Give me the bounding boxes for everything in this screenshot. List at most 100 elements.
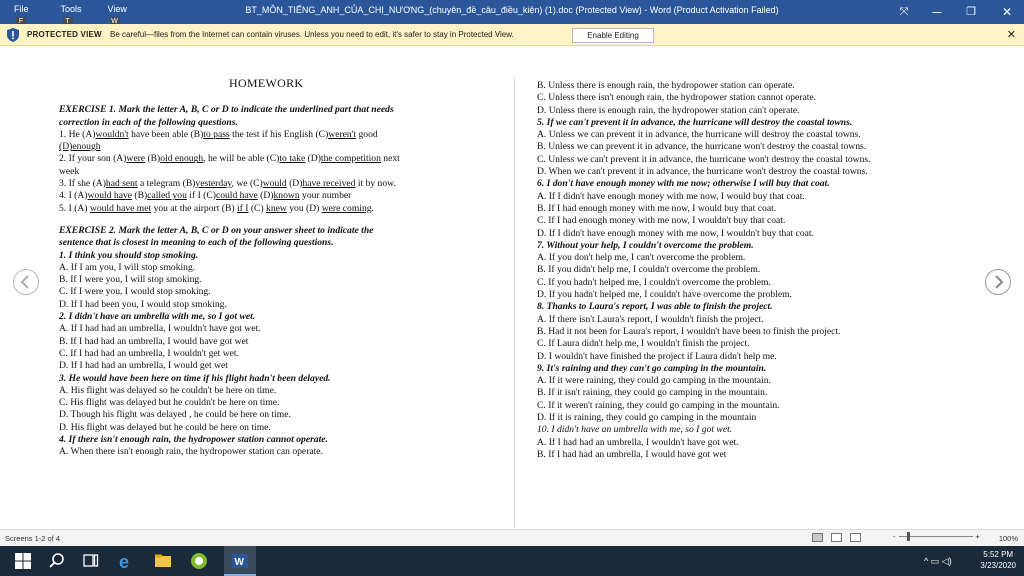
exercise2-title: EXERCISE 2. Mark the letter A, B, C or D… <box>59 224 374 236</box>
menu-tools-label: Tools <box>60 4 82 14</box>
left-page-column: HOMEWORK EXERCISE 1. Mark the letter A, … <box>59 77 497 459</box>
zoom-slider-thumb[interactable] <box>906 532 910 541</box>
green-app-icon[interactable] <box>190 552 208 570</box>
protected-view-bar: PROTECTED VIEW Be careful—files from the… <box>0 24 1024 46</box>
answer-option: A. If there isn't Laura's report, I woul… <box>537 313 764 325</box>
system-tray[interactable]: ^ ▭ ◁) <box>924 556 952 567</box>
task-view-icon[interactable] <box>82 552 100 570</box>
menu-view-label: View <box>107 4 127 14</box>
answer-option: C. His flight was delayed but he couldn'… <box>59 397 280 409</box>
taskbar: e W ^ ▭ ◁) 5:52 PM 3/23/2020 <box>0 546 1024 576</box>
close-message-bar-icon[interactable]: ✕ <box>1007 28 1016 41</box>
answer-option: D. If I had been you, I would stop smoki… <box>59 298 227 310</box>
answer-option: A. If you don't help me, I can't overcom… <box>537 252 746 264</box>
zoom-slider[interactable] <box>898 532 973 541</box>
question-stem: 7. Without your help, I couldn't overcom… <box>537 239 754 251</box>
minimize-button[interactable]: — <box>926 2 948 22</box>
answer-option: A. When there isn't enough rain, the hyd… <box>59 446 323 458</box>
question-stem: 1. I think you should stop smoking. <box>59 249 199 261</box>
word-app-icon[interactable]: W <box>231 552 249 570</box>
answer-option: C. If Laura didn't help me, I wouldn't f… <box>537 338 750 350</box>
volume-icon[interactable]: ◁) <box>942 556 952 566</box>
web-layout-icon[interactable] <box>850 533 861 542</box>
answer-option: D. If I had had an umbrella, I would get… <box>59 360 228 372</box>
answer-option: A. If I didn't have enough money with me… <box>537 190 805 202</box>
answer-option: C. If it weren't raining, they could go … <box>537 399 780 411</box>
close-button[interactable]: ✕ <box>996 2 1018 22</box>
answer-option: A. If I am you, I will stop smoking. <box>59 261 196 273</box>
file-explorer-icon[interactable] <box>154 552 172 570</box>
clock[interactable]: 5:52 PM 3/23/2020 <box>980 549 1016 571</box>
exercise1-title-cont: correction in each of the following ques… <box>59 116 238 128</box>
question-stem: 2. I didn't have an umbrella with me, so… <box>59 311 256 323</box>
restore-button[interactable]: ❐ <box>960 2 982 22</box>
question-stem: 9. It's raining and they can't go campin… <box>537 362 767 374</box>
menu-bar: File F Tools T View W <box>8 4 153 27</box>
answer-option: D. If I didn't have enough money with me… <box>537 227 815 239</box>
exercise1-title: EXERCISE 1. Mark the letter A, B, C or D… <box>59 104 394 116</box>
answer-option: B. If I had enough money with me now, I … <box>537 202 777 214</box>
chevron-up-icon[interactable]: ^ <box>924 556 928 566</box>
right-lines: B. Unless there is enough rain, the hydr… <box>537 80 977 461</box>
search-icon[interactable] <box>48 552 66 570</box>
answer-option: A. Unless we can prevent it in advance, … <box>537 129 861 141</box>
exercise2-title-cont: sentence that is closest in meaning to e… <box>59 237 334 249</box>
next-screen-button[interactable] <box>985 269 1011 295</box>
view-switcher <box>812 533 861 542</box>
answer-option: D. Unless there is enough rain, the hydr… <box>537 104 800 116</box>
question-line: 5. I (A) would have met you at the airpo… <box>59 202 374 214</box>
enable-editing-button[interactable]: Enable Editing <box>572 28 654 43</box>
edge-browser-icon[interactable]: e <box>118 552 136 570</box>
homework-heading: HOMEWORK <box>229 76 304 90</box>
network-icon[interactable]: ▭ <box>931 556 940 566</box>
focus-mode-button[interactable]: ⤧ <box>893 2 915 22</box>
zoom-out-button[interactable]: - <box>893 532 896 541</box>
protected-view-message: Be careful—files from the Internet can c… <box>110 30 514 39</box>
arrow-right-icon <box>995 275 1004 289</box>
answer-option: C. Unless there isn't enough rain, the h… <box>537 92 817 104</box>
left-lines: 1. I think you should stop smoking. A. If… <box>59 250 497 459</box>
question-line: week <box>59 165 80 177</box>
zoom-in-button[interactable]: + <box>976 532 980 541</box>
menu-tools[interactable]: Tools T <box>60 4 82 27</box>
answer-option: B. If I had had an umbrella, I would hav… <box>59 335 249 347</box>
screen-count: Screens 1-2 of 4 <box>5 534 61 543</box>
question-stem: 4. If there isn't enough rain, the hydro… <box>59 434 328 446</box>
answer-option: C. If you hadn't helped me, I couldn't o… <box>537 276 771 288</box>
answer-option: A. If it were raining, they could go cam… <box>537 375 771 387</box>
previous-screen-button[interactable] <box>13 269 39 295</box>
title-bar: File F Tools T View W BT_MÔN_TIẾNG_ANH_C… <box>0 0 1024 27</box>
answer-option: B. If you didn't help me, I couldn't ove… <box>537 264 761 276</box>
menu-view[interactable]: View W <box>107 4 127 27</box>
menu-file[interactable]: File F <box>14 4 29 27</box>
answer-option: D. I wouldn't have finished the project … <box>537 350 777 362</box>
question-stem: 10. I didn't have an umbrella with me, s… <box>537 424 733 436</box>
answer-option: D. If it is raining, they could go campi… <box>537 412 757 424</box>
answer-option: D. If you hadn't helped me, I couldn't h… <box>537 289 792 301</box>
question-line: 4. I (A)would have (B)called you if I (C… <box>59 190 352 202</box>
question-stem: 8. Thanks to Laura's report, I was able … <box>537 301 773 313</box>
answer-option: C. Unless we can't prevent it in advance… <box>537 153 871 165</box>
zoom-level[interactable]: 100% <box>999 534 1018 543</box>
answer-option: B. Had it not been for Laura's report, I… <box>537 325 841 337</box>
question-stem: 3. He would have been here on time if hi… <box>59 372 331 384</box>
shield-icon <box>7 28 19 42</box>
arrow-left-icon <box>20 275 29 289</box>
svg-text:W: W <box>235 557 245 568</box>
answer-option: B. Unless there is enough rain, the hydr… <box>537 80 795 91</box>
answer-option: A. His flight was delayed so he couldn't… <box>59 384 277 396</box>
answer-option: D. His flight was delayed but he could b… <box>59 421 271 433</box>
svg-text:e: e <box>119 552 129 570</box>
answer-option: B. Unless we can prevent it in advance, … <box>537 141 867 153</box>
answer-option: C. If I had enough money with me now, I … <box>537 215 786 227</box>
windows-start-icon[interactable] <box>14 552 32 570</box>
protected-view-label: PROTECTED VIEW <box>27 30 102 39</box>
read-mode-icon[interactable] <box>812 533 823 542</box>
print-layout-icon[interactable] <box>831 533 842 542</box>
right-page-column: B. Unless there is enough rain, the hydr… <box>537 80 977 461</box>
document-area: HOMEWORK EXERCISE 1. Mark the letter A, … <box>0 47 1024 529</box>
answer-option: B. If it isn't raining, they could go ca… <box>537 387 768 399</box>
window-title: BT_MÔN_TIẾNG_ANH_CỦA_CHỊ_NƯƠNG_(chuyên_đ… <box>245 5 779 15</box>
clock-time: 5:52 PM <box>983 550 1014 559</box>
